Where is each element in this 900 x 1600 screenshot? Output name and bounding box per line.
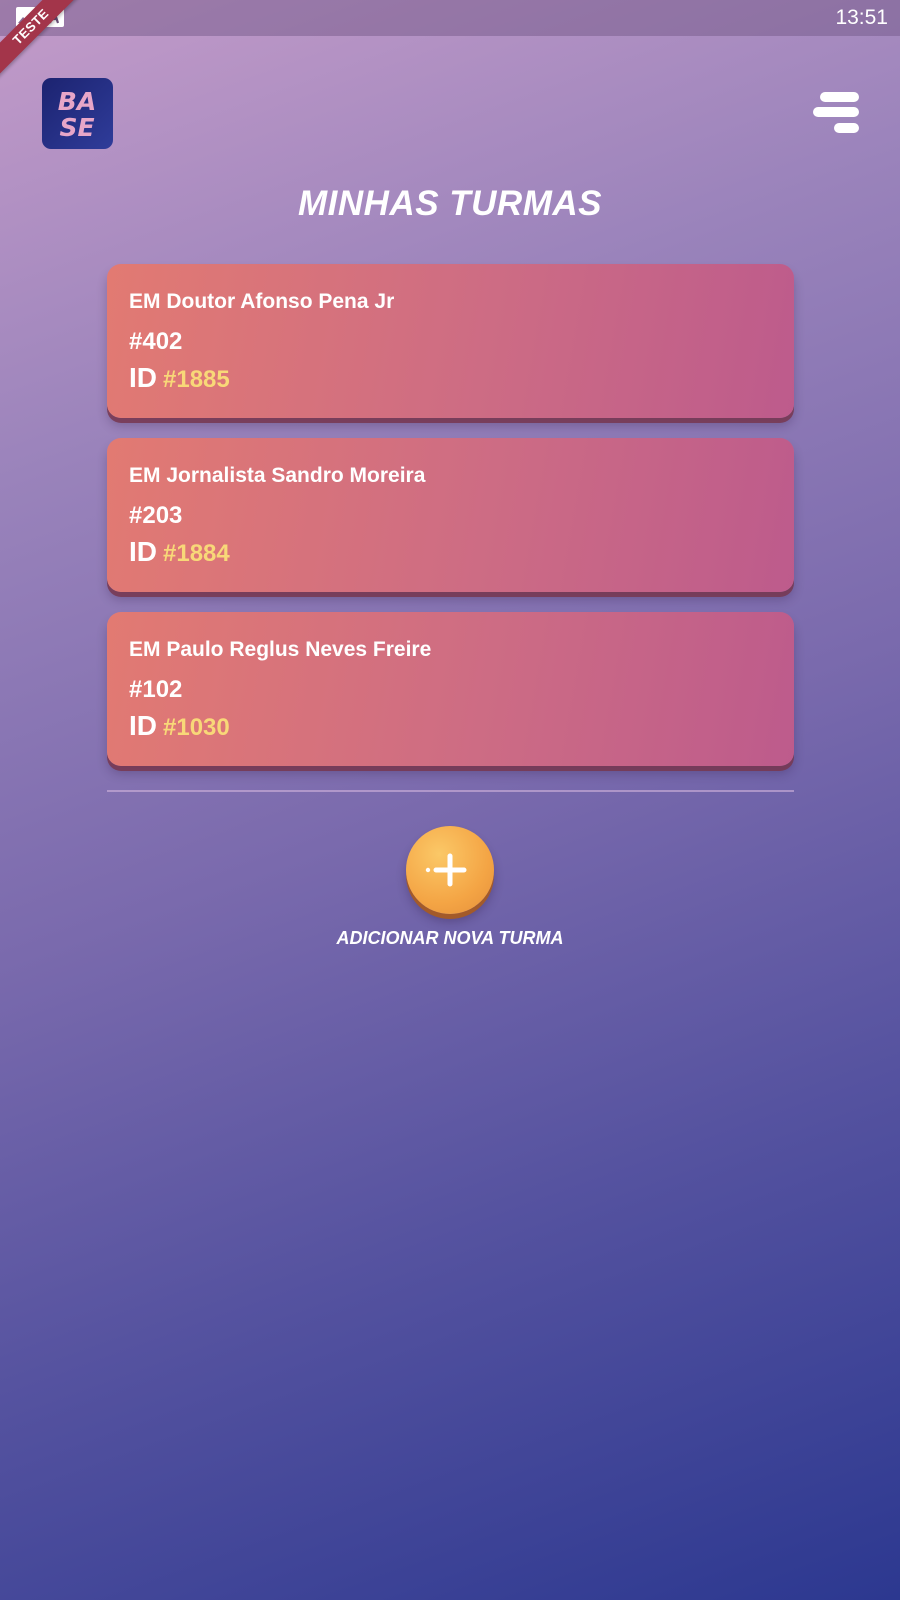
class-id-value: #1885 (163, 366, 230, 393)
class-id-value: #1884 (163, 540, 230, 567)
class-id-label: ID (129, 710, 157, 741)
add-class-label[interactable]: ADICIONAR NOVA TURMA (0, 928, 900, 949)
page-title: MINHAS TURMAS (298, 184, 602, 223)
class-code: #402 (129, 328, 183, 355)
class-id-row: ID #1884 (129, 536, 772, 573)
list-divider (107, 790, 794, 792)
class-id-row: ID #1030 (129, 710, 772, 747)
class-id-label: ID (129, 362, 157, 393)
status-time: 13:51 (835, 6, 888, 29)
class-school-name: EM Paulo Reglus Neves Freire (129, 638, 432, 661)
class-id-value: #1030 (163, 714, 230, 741)
class-code: #203 (129, 502, 183, 529)
class-card[interactable]: EM Paulo Reglus Neves Freire #102 ID #103… (107, 612, 794, 766)
class-card[interactable]: EM Jornalista Sandro Moreira #203 ID #188… (107, 438, 794, 592)
app-logo: BA SE (42, 78, 113, 149)
menu-button[interactable] (810, 90, 860, 136)
logo-text-line1: BA (58, 87, 96, 116)
class-card[interactable]: EM Doutor Afonso Pena Jr #402 ID #1885 (107, 264, 794, 418)
plus-icon (425, 853, 467, 887)
class-id-row: ID #1885 (129, 362, 772, 399)
class-code: #102 (129, 676, 183, 703)
status-bar: 13:51 (0, 0, 900, 36)
class-id-label: ID (129, 536, 157, 567)
hamburger-menu-icon (813, 92, 859, 133)
add-class-button[interactable] (406, 826, 494, 914)
logo-text-line2: SE (59, 113, 94, 142)
class-school-name: EM Jornalista Sandro Moreira (129, 464, 426, 487)
class-school-name: EM Doutor Afonso Pena Jr (129, 290, 395, 313)
class-list: EM Doutor Afonso Pena Jr #402 ID #1885 EM… (107, 264, 794, 786)
